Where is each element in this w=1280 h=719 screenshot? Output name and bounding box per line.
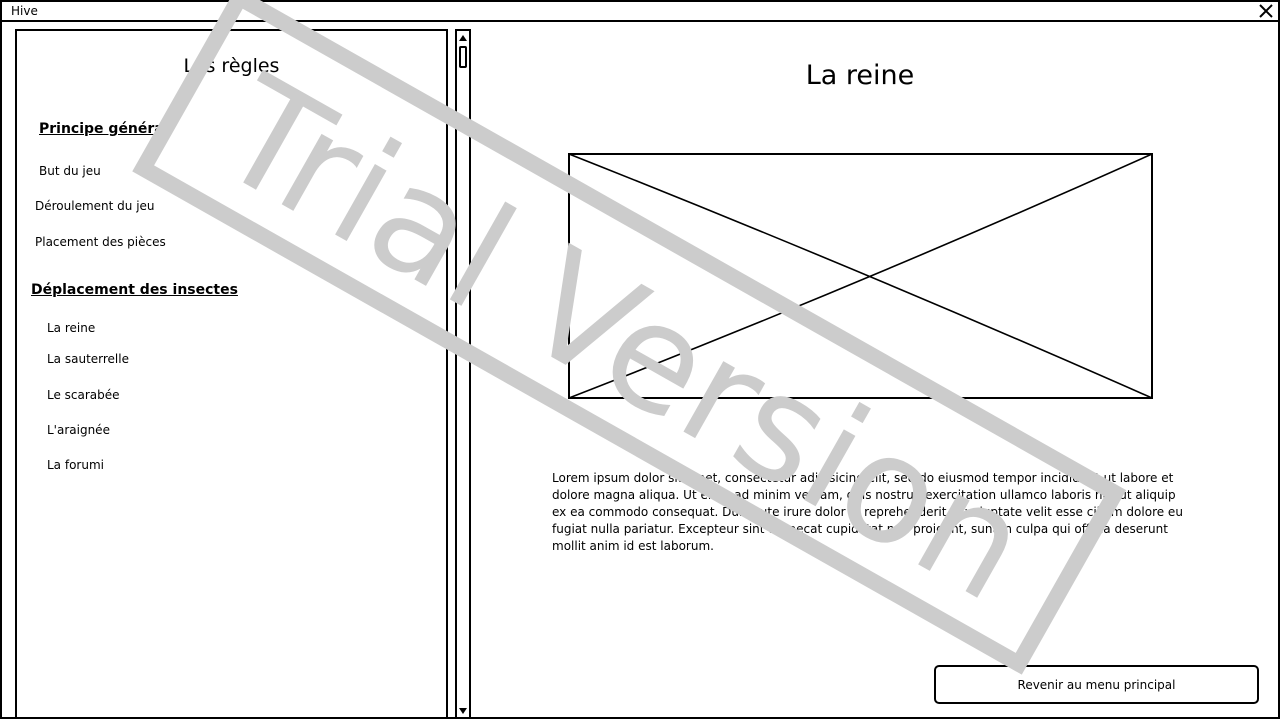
title-bar: Hive [2, 2, 1278, 22]
sidebar-item-deroulement[interactable]: Déroulement du jeu [35, 199, 155, 213]
sidebar-item-la-reine[interactable]: La reine [47, 321, 95, 335]
description-text: Lorem ipsum dolor sit amet, consectetur … [552, 471, 1183, 553]
section-heading-principe: Principe général [39, 121, 169, 137]
image-placeholder [568, 153, 1153, 399]
window-title: Hive [11, 4, 38, 18]
arrow-up-icon[interactable] [458, 33, 468, 43]
arrow-down-icon[interactable] [458, 706, 468, 716]
scroll-thumb[interactable] [459, 46, 467, 68]
sidebar-scrollbar[interactable] [455, 29, 471, 719]
sidebar-title: Les règles [183, 55, 280, 77]
sidebar-item-le-scarabee[interactable]: Le scarabée [47, 388, 120, 402]
sidebar-item-la-sauterrelle[interactable]: La sauterrelle [47, 352, 129, 366]
sidebar-item-l-araignee[interactable]: L'araignée [47, 423, 110, 437]
page-title: La reine [805, 60, 915, 91]
sidebar-item-placement[interactable]: Placement des pièces [35, 235, 166, 249]
sidebar-item-la-forumi[interactable]: La forumi [47, 458, 104, 472]
close-icon[interactable] [1258, 3, 1274, 19]
sidebar-item-but-du-jeu[interactable]: But du jeu [39, 164, 101, 178]
back-to-main-menu-button[interactable]: Revenir au menu principal [934, 665, 1259, 704]
section-heading-deplacement: Déplacement des insectes [31, 282, 238, 298]
rules-sidebar: Les règles Principe général But du jeu D… [15, 29, 448, 718]
